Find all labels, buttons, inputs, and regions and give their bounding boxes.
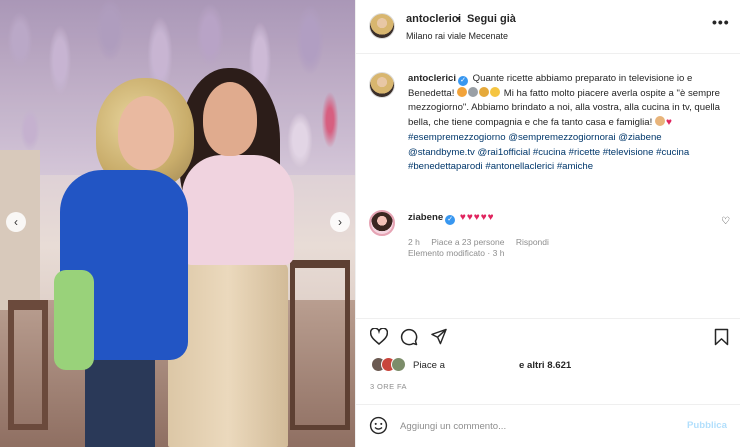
- liker-avatars[interactable]: [371, 357, 411, 373]
- caption-part2: Mi ha fatto molto piacere averla ospite …: [408, 87, 721, 129]
- emoji-icon: [457, 86, 468, 97]
- more-horizontal-icon[interactable]: •••: [712, 14, 730, 30]
- caption-meta: Elemento modificato · 3 h: [408, 248, 504, 258]
- heart-emoji-icon: ♥: [487, 212, 494, 223]
- hashtag-link[interactable]: #benedettaparodi: [408, 161, 483, 172]
- avatar: [391, 357, 406, 372]
- location-link[interactable]: Milano rai viale Mecenate: [406, 31, 508, 41]
- woman-right-face: [203, 82, 257, 156]
- comment-time: 2 h: [408, 237, 420, 247]
- caption-username[interactable]: antoclerici: [408, 73, 456, 84]
- separator-dot: •: [456, 13, 460, 25]
- comment-likes-link[interactable]: Piace a 23 persone: [431, 237, 504, 247]
- emoji-icon: [479, 86, 490, 97]
- hashtag-link[interactable]: #televisione: [603, 147, 654, 158]
- heart-icon[interactable]: [370, 328, 388, 345]
- mention-link[interactable]: @standbyme.tv: [408, 147, 475, 158]
- comment-text: ziabene ✓ ♥♥♥♥♥: [408, 212, 495, 225]
- heart-emoji-icon: ♥: [665, 117, 672, 129]
- hashtag-link[interactable]: #antonellaclerici: [485, 161, 554, 172]
- mention-link[interactable]: @rai1official: [477, 147, 530, 158]
- publish-button[interactable]: Pubblica: [687, 420, 727, 431]
- woman-left-face: [118, 96, 174, 170]
- hashtag-link[interactable]: #ricette: [569, 147, 600, 158]
- edited-label: Elemento modificato: [408, 248, 486, 258]
- verified-icon: ✓: [445, 215, 456, 225]
- action-bar: [356, 318, 740, 354]
- post-timestamp: 3 ORE FA: [370, 382, 407, 391]
- comment-meta: 2 h Piace a 23 persone Rispondi: [408, 237, 558, 247]
- heart-emoji-icon: ♥: [466, 212, 473, 223]
- heart-emoji-icon: ♥: [459, 212, 466, 223]
- avatar[interactable]: [369, 72, 395, 98]
- author-username[interactable]: antoclerici: [406, 13, 461, 25]
- emoji-icon: [654, 116, 665, 127]
- chevron-right-icon[interactable]: ›: [330, 212, 350, 232]
- wooden-chair: [290, 260, 350, 430]
- verified-icon: ✓: [458, 76, 468, 86]
- comment-username[interactable]: ziabene: [408, 212, 443, 223]
- heart-emoji-icon: ♥: [473, 212, 480, 223]
- comment-like-heart-icon[interactable]: ♡: [721, 216, 730, 227]
- reply-button[interactable]: Rispondi: [516, 237, 549, 247]
- woman-left-sleeve: [54, 270, 94, 370]
- hashtag-link[interactable]: #cucina: [533, 147, 566, 158]
- avatar[interactable]: [369, 210, 395, 236]
- edited-time: 3 h: [492, 248, 505, 258]
- separator-dot: ·: [487, 248, 491, 258]
- hashtag-link[interactable]: #esempremezzogiorno: [408, 132, 506, 143]
- emoji-icon: [468, 86, 479, 97]
- caption-text: antoclerici ✓ Quante ricette abbiamo prep…: [408, 72, 728, 175]
- chevron-left-icon[interactable]: ‹: [6, 212, 26, 232]
- emoji-smile-icon[interactable]: [369, 416, 388, 435]
- woman-right-top: [182, 155, 294, 265]
- following-button[interactable]: Segui già: [467, 13, 516, 25]
- likes-count-link[interactable]: e altri 8.621: [519, 360, 571, 371]
- mention-link[interactable]: @ziabene: [618, 132, 661, 143]
- comment-icon[interactable]: [400, 328, 418, 346]
- post-sidebar: antoclerici • Segui già Milano rai viale…: [355, 0, 740, 447]
- post-header: antoclerici • Segui già Milano rai viale…: [356, 0, 740, 54]
- mention-link[interactable]: @sempremezzogiornorai: [508, 132, 615, 143]
- heart-emoji-icon: ♥: [480, 212, 487, 223]
- likes-summary: Piace a e altri 8.621: [356, 353, 740, 377]
- comment-input[interactable]: [400, 417, 670, 435]
- wooden-stool: [8, 300, 48, 430]
- avatar[interactable]: [369, 13, 395, 39]
- likes-prefix: Piace a: [413, 360, 445, 371]
- emoji-icon: [490, 86, 501, 97]
- post-photo[interactable]: ‹ ›: [0, 0, 355, 447]
- likes-count[interactable]: e altri 8.621: [519, 360, 571, 371]
- share-icon[interactable]: [430, 328, 448, 345]
- hashtag-link[interactable]: #amiche: [557, 161, 593, 172]
- bookmark-icon[interactable]: [714, 328, 729, 346]
- hashtag-link[interactable]: #cucina: [656, 147, 689, 158]
- add-comment-bar: Pubblica: [356, 404, 740, 447]
- woman-left-legs: [85, 350, 155, 447]
